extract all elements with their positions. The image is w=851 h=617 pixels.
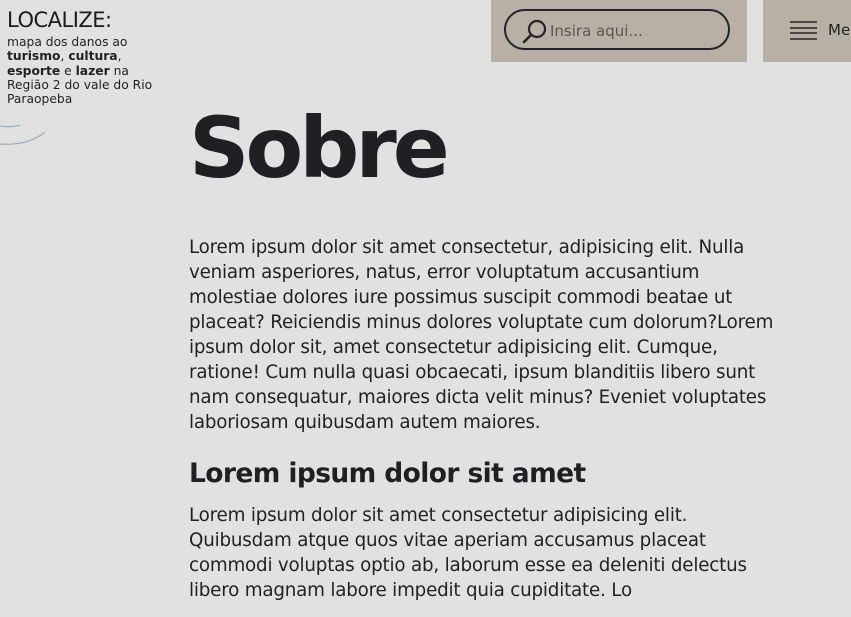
section-heading: Lorem ipsum dolor sit amet bbox=[189, 458, 586, 489]
brand-subtitle-esporte: esporte bbox=[7, 63, 61, 78]
brand-subtitle: mapa dos danos ao turismo, cultura, espo… bbox=[7, 35, 157, 106]
brand-title: LOCALIZE: bbox=[7, 8, 112, 32]
page-title: Sobre bbox=[189, 99, 450, 197]
brand-subtitle-turismo: turismo bbox=[7, 49, 61, 64]
search-icon[interactable] bbox=[521, 19, 547, 45]
decorative-arc bbox=[0, 124, 46, 145]
search-box[interactable] bbox=[504, 9, 730, 50]
hamburger-menu-icon[interactable] bbox=[790, 19, 817, 41]
search-panel bbox=[491, 0, 747, 62]
brand-subtitle-text: , bbox=[117, 49, 122, 64]
intro-paragraph: Lorem ipsum dolor sit amet consectetur, … bbox=[189, 237, 774, 433]
menu-button[interactable]: Menu bbox=[763, 0, 851, 62]
search-input[interactable] bbox=[550, 19, 720, 43]
section-paragraph: Lorem ipsum dolor sit amet consectetur a… bbox=[189, 505, 747, 601]
brand-logo[interactable]: LOCALIZE: mapa dos danos ao turismo, cul… bbox=[7, 8, 157, 106]
brand-subtitle-text: e bbox=[60, 63, 76, 78]
menu-label[interactable]: Menu bbox=[828, 21, 851, 39]
brand-subtitle-cultura: cultura bbox=[68, 49, 118, 64]
brand-subtitle-text: mapa dos danos ao bbox=[7, 35, 128, 49]
brand-subtitle-lazer: lazer bbox=[75, 63, 110, 78]
main-content: Sobre Lorem ipsum dolor sit amet consect… bbox=[189, 88, 789, 603]
